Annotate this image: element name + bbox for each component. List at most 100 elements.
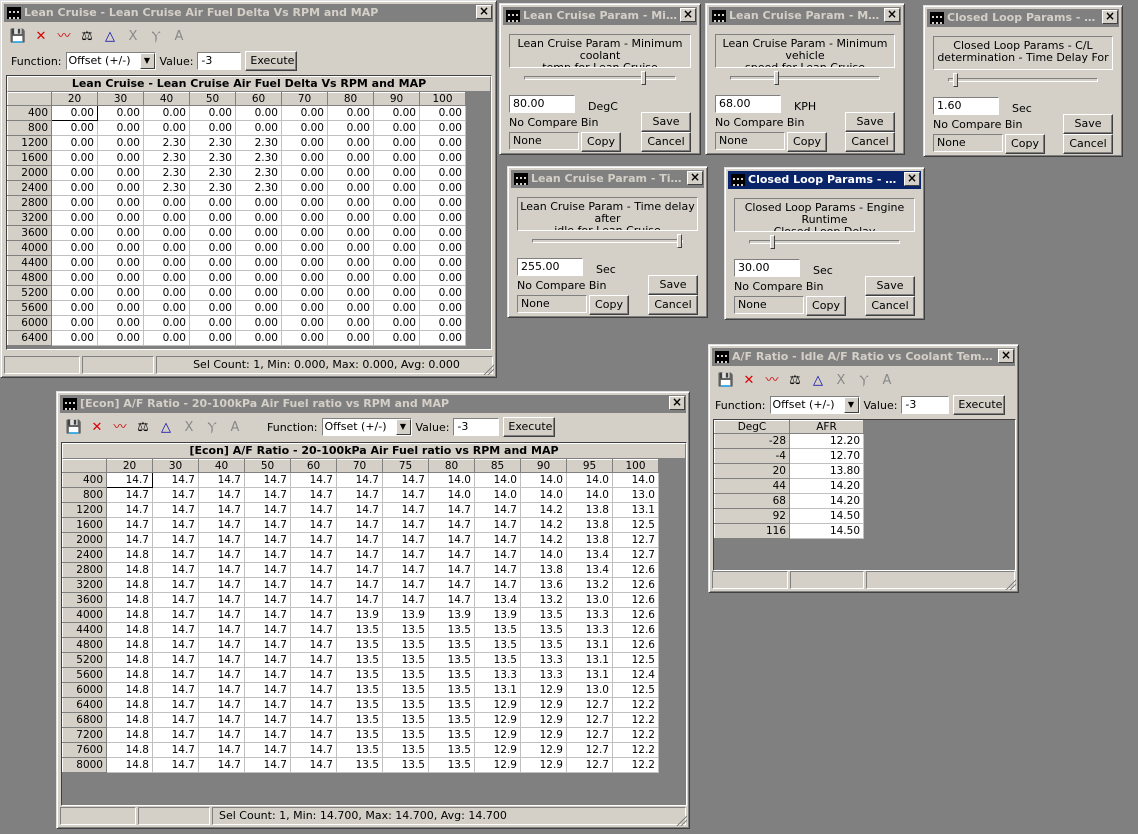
table-cell[interactable]: 14.7 [152, 637, 199, 653]
cancel-button[interactable]: Cancel [641, 132, 691, 152]
table-cell[interactable]: 13.5 [382, 712, 429, 728]
table-cell[interactable]: 12.7 [566, 757, 613, 773]
table-cell[interactable]: 12.9 [474, 757, 521, 773]
column-header[interactable]: 80 [327, 92, 374, 106]
table-cell[interactable]: 13.5 [428, 757, 475, 773]
table-cell[interactable]: 14.8 [106, 712, 153, 728]
table-cell[interactable]: 0.00 [419, 270, 466, 286]
column-header[interactable]: 95 [566, 459, 613, 473]
table-cell[interactable]: 0.00 [281, 300, 328, 316]
save-button[interactable]: Save [865, 276, 915, 296]
column-header[interactable]: 80 [428, 459, 475, 473]
title-bar[interactable]: [Econ] A/F Ratio - 20-100kPa Air Fuel ra… [60, 395, 686, 413]
table-cell[interactable]: 14.8 [106, 757, 153, 773]
table-cell[interactable]: 0.00 [235, 240, 282, 256]
table-cell[interactable]: 0.00 [189, 270, 236, 286]
table-cell[interactable]: 0.00 [235, 300, 282, 316]
x-axis-icon[interactable]: Ⅹ [124, 28, 142, 46]
cancel-button[interactable]: Cancel [648, 295, 698, 315]
table-cell[interactable]: 0.00 [51, 120, 98, 136]
save-icon[interactable]: 💾 [717, 372, 735, 390]
table-cell[interactable]: 0.00 [235, 330, 282, 346]
table-cell[interactable]: 0.00 [373, 225, 420, 241]
table-cell[interactable]: 14.7 [152, 547, 199, 563]
copy-button[interactable]: Copy [806, 296, 846, 316]
row-header[interactable]: 1200 [62, 502, 107, 518]
table-cell[interactable]: 0.00 [97, 210, 144, 226]
table-cell[interactable]: 14.7 [152, 532, 199, 548]
column-header[interactable]: 20 [106, 459, 153, 473]
table-cell[interactable]: 0.00 [97, 300, 144, 316]
table-cell[interactable]: 14.7 [244, 682, 291, 698]
table-cell[interactable]: 13.5 [520, 637, 567, 653]
table-cell[interactable]: 14.20 [789, 478, 864, 494]
value-slider[interactable] [948, 73, 1098, 87]
table-cell[interactable]: 13.8 [566, 532, 613, 548]
table-cell[interactable]: 14.7 [244, 487, 291, 503]
table-grid[interactable]: DegC AFR -28 12.20 -4 12.70 20 13.80 44 14.20 68 14… [713, 419, 1016, 571]
column-header[interactable]: 40 [198, 459, 245, 473]
y-axis-icon[interactable]: Ⲩ [147, 28, 165, 46]
table-cell[interactable]: 13.80 [789, 463, 864, 479]
table-cell[interactable]: 13.5 [336, 727, 383, 743]
table-cell[interactable]: 0.00 [51, 105, 98, 121]
table-cell[interactable]: 14.8 [106, 667, 153, 683]
table-cell[interactable]: 12.9 [520, 682, 567, 698]
table-cell[interactable]: 14.8 [106, 697, 153, 713]
row-header[interactable]: -28 [714, 433, 790, 449]
table-cell[interactable]: 0.00 [281, 165, 328, 181]
table-cell[interactable]: 13.2 [566, 577, 613, 593]
table-cell[interactable]: 0.00 [143, 120, 190, 136]
table-cell[interactable]: 14.20 [789, 493, 864, 509]
column-header[interactable]: 90 [520, 459, 567, 473]
cancel-button[interactable]: Cancel [1063, 134, 1113, 154]
table-cell[interactable]: 0.00 [143, 240, 190, 256]
table-cell[interactable]: 0.00 [235, 285, 282, 301]
slider-thumb[interactable] [641, 71, 646, 85]
column-header[interactable]: 60 [235, 92, 282, 106]
row-header[interactable]: 3600 [62, 592, 107, 608]
table-cell[interactable]: 13.3 [520, 667, 567, 683]
triangle-icon[interactable]: △ [101, 28, 119, 46]
table-cell[interactable]: 14.7 [198, 697, 245, 713]
table-cell[interactable]: 13.5 [382, 622, 429, 638]
table-cell[interactable]: 0.00 [97, 105, 144, 121]
save-button[interactable]: Save [1063, 114, 1113, 134]
table-cell[interactable]: 0.00 [327, 300, 374, 316]
row-header[interactable]: 6800 [62, 712, 107, 728]
table-cell[interactable]: 14.7 [382, 502, 429, 518]
table-cell[interactable]: 0.00 [51, 165, 98, 181]
table-cell[interactable]: 14.50 [789, 523, 864, 539]
font-icon[interactable]: A [226, 419, 244, 437]
scale-icon[interactable]: ⚖ [786, 372, 804, 390]
table-cell[interactable]: 14.8 [106, 547, 153, 563]
column-header[interactable]: 40 [143, 92, 190, 106]
table-cell[interactable]: 13.5 [336, 757, 383, 773]
row-header[interactable]: 4800 [62, 637, 107, 653]
table-cell[interactable]: 0.00 [327, 255, 374, 271]
font-icon[interactable]: A [878, 372, 896, 390]
table-cell[interactable]: 14.7 [198, 727, 245, 743]
table-cell[interactable]: 13.5 [382, 667, 429, 683]
table-cell[interactable]: 14.0 [612, 472, 659, 488]
row-header[interactable]: 7600 [62, 742, 107, 758]
table-cell[interactable]: 13.5 [382, 742, 429, 758]
table-cell[interactable]: 13.3 [566, 622, 613, 638]
close-button[interactable]: × [669, 396, 685, 410]
table-cell[interactable]: 14.7 [428, 577, 475, 593]
table-cell[interactable]: 14.7 [106, 517, 153, 533]
table-cell[interactable]: 14.7 [152, 487, 199, 503]
table-cell[interactable]: 14.7 [290, 607, 337, 623]
row-header[interactable]: 2800 [62, 562, 107, 578]
table-cell[interactable]: 0.00 [327, 165, 374, 181]
table-cell[interactable]: 12.7 [566, 742, 613, 758]
table-cell[interactable]: 0.00 [51, 150, 98, 166]
column-header[interactable]: 30 [97, 92, 144, 106]
table-cell[interactable]: 13.1 [474, 682, 521, 698]
table-cell[interactable]: 0.00 [51, 180, 98, 196]
table-cell[interactable]: 0.00 [419, 210, 466, 226]
table-cell[interactable]: 2.30 [235, 180, 282, 196]
value-slider[interactable] [730, 71, 880, 85]
table-cell[interactable]: 14.8 [106, 562, 153, 578]
table-cell[interactable]: 0.00 [327, 195, 374, 211]
